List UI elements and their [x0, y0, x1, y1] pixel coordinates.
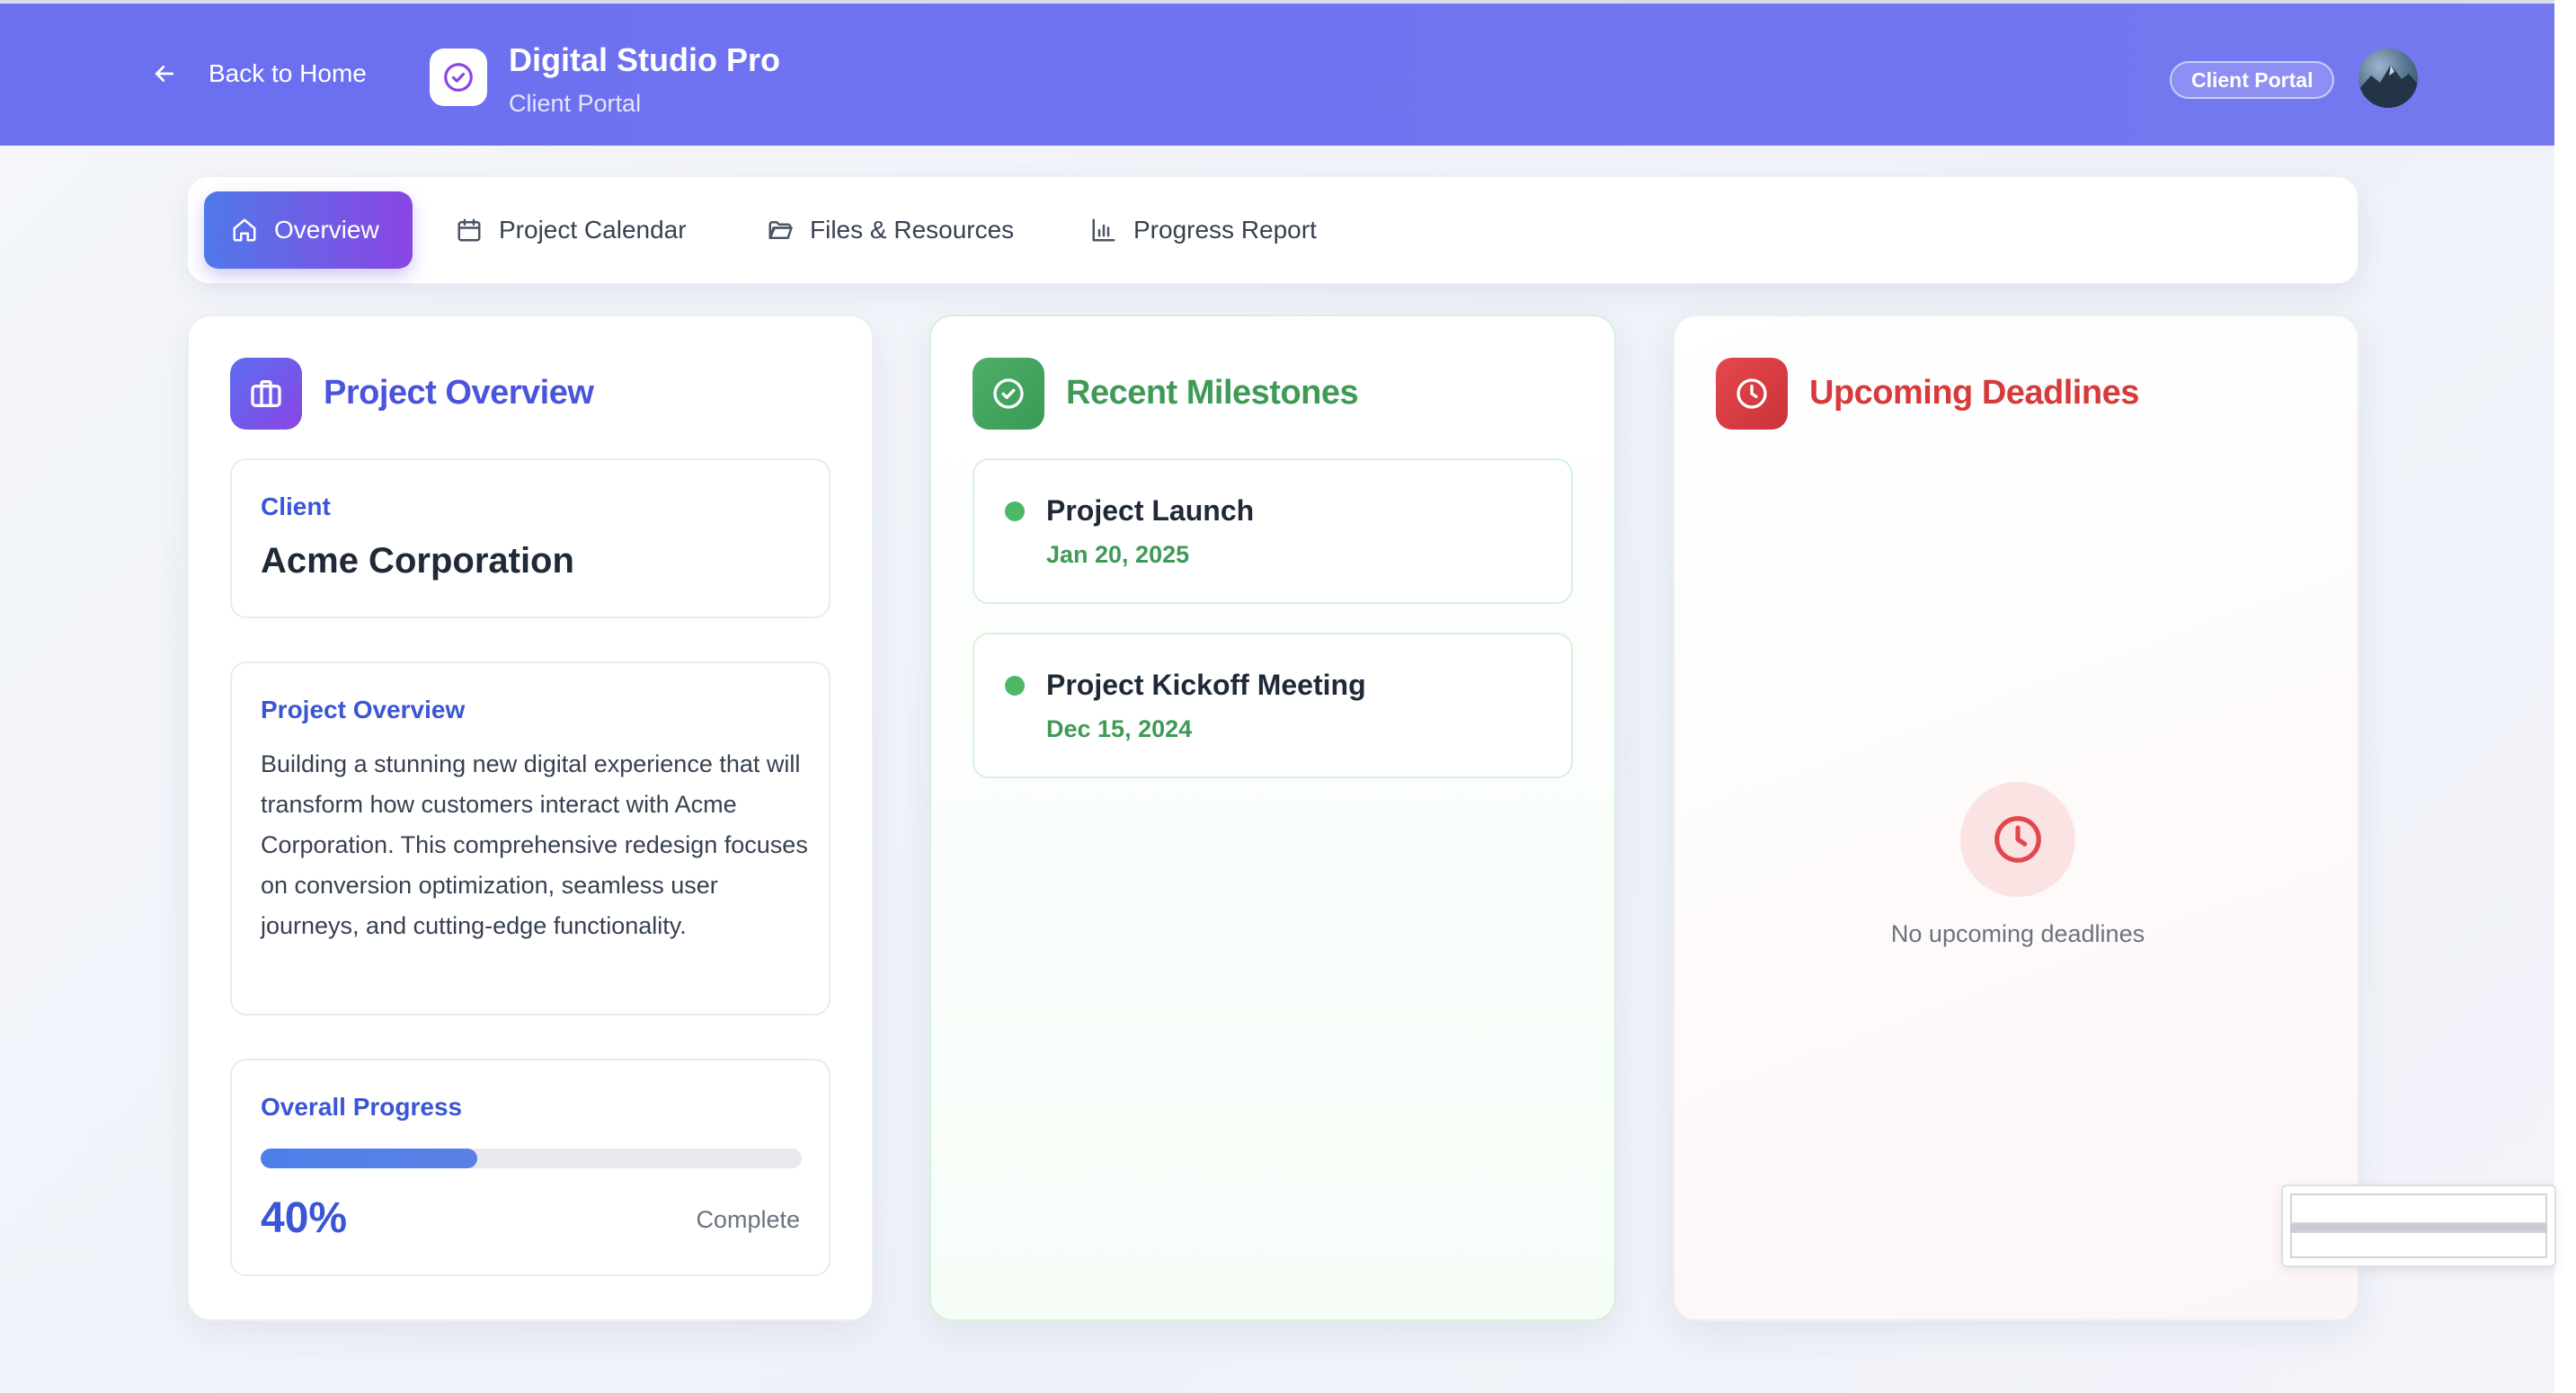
- back-label: Back to Home: [209, 59, 367, 87]
- brand-subtitle: Client Portal: [509, 90, 642, 117]
- tab-bar: Overview Project Calendar Files & Resour…: [187, 176, 2358, 284]
- folder-icon: [768, 221, 793, 239]
- back-to-home-link[interactable]: Back to Home: [151, 59, 367, 88]
- project-description: Building a stunning new digital experien…: [261, 750, 808, 939]
- calendar-icon: [457, 218, 481, 242]
- tab-progress-report[interactable]: Progress Report: [1090, 191, 1317, 269]
- client-portal-badge: Client Portal: [2170, 61, 2335, 99]
- progress-label: Overall Progress: [261, 1093, 463, 1121]
- description-label: Project Overview: [261, 696, 466, 723]
- project-overview-card: Project Overview Client Acme Corporation…: [187, 315, 874, 1321]
- empty-state-text: No upcoming deadlines: [1890, 920, 2145, 947]
- milestone-title: Project Launch: [1046, 494, 1255, 527]
- milestone-date: Dec 15, 2024: [1046, 715, 1193, 742]
- clock-icon-badge: [1716, 358, 1788, 430]
- progress-bar: [261, 1149, 802, 1168]
- card-title: Project Overview: [324, 374, 594, 412]
- bar-chart-icon: [1092, 218, 1115, 242]
- clock-icon: [1994, 816, 2041, 863]
- brand-title: Digital Studio Pro: [509, 41, 780, 78]
- client-name: Acme Corporation: [261, 541, 574, 581]
- upcoming-deadlines-card: Upcoming Deadlines No upcoming deadlines: [1673, 315, 2359, 1321]
- check-circle-icon: [444, 63, 473, 92]
- briefcase-icon-badge: [230, 358, 302, 430]
- app-header: Back to Home Digital Studio Pro Client P…: [0, 0, 2554, 146]
- widget-row: [2290, 1231, 2547, 1258]
- progress-bar-fill: [261, 1149, 477, 1168]
- progress-box: Overall Progress 40% Complete: [230, 1059, 831, 1276]
- tab-overview[interactable]: Overview: [204, 191, 413, 269]
- briefcase-icon: [251, 380, 281, 407]
- tab-label: Project Calendar: [499, 216, 687, 244]
- empty-state-badge: [1960, 782, 2075, 897]
- user-avatar[interactable]: [2358, 49, 2418, 108]
- progress-status: Complete: [696, 1206, 800, 1233]
- milestone-title: Project Kickoff Meeting: [1046, 669, 1366, 701]
- status-dot: [1005, 501, 1025, 521]
- tab-files-resources[interactable]: Files & Resources: [767, 191, 1014, 269]
- window-edge: [2554, 0, 2576, 1393]
- milestone-item[interactable]: Project Kickoff Meeting Dec 15, 2024: [973, 633, 1573, 778]
- brand-logo: [430, 49, 487, 106]
- milestone-date: Jan 20, 2025: [1046, 541, 1190, 568]
- arrow-left-icon: [155, 66, 174, 82]
- widget-divider: [2290, 1224, 2547, 1231]
- card-title: Upcoming Deadlines: [1809, 374, 2139, 412]
- tab-label: Progress Report: [1133, 216, 1317, 244]
- home-icon: [233, 218, 256, 242]
- widget-row: [2290, 1193, 2547, 1224]
- description-box: Project Overview Building a stunning new…: [230, 661, 831, 1016]
- check-circle-icon: [993, 378, 1024, 409]
- check-icon-badge: [973, 358, 1044, 430]
- tab-label: Overview: [274, 216, 379, 244]
- progress-percent: 40%: [261, 1194, 348, 1242]
- recent-milestones-card: Recent Milestones Project Launch Jan 20,…: [929, 315, 1616, 1321]
- milestone-item[interactable]: Project Launch Jan 20, 2025: [973, 458, 1573, 604]
- floating-widget[interactable]: [2281, 1184, 2556, 1267]
- status-dot: [1005, 676, 1025, 696]
- tab-label: Files & Resources: [810, 216, 1015, 244]
- client-label: Client: [261, 492, 331, 520]
- avatar-image-icon: [2358, 65, 2418, 108]
- client-box: Client Acme Corporation: [230, 458, 831, 618]
- clock-icon: [1737, 378, 1767, 409]
- card-title: Recent Milestones: [1066, 374, 1359, 412]
- tab-project-calendar[interactable]: Project Calendar: [456, 191, 687, 269]
